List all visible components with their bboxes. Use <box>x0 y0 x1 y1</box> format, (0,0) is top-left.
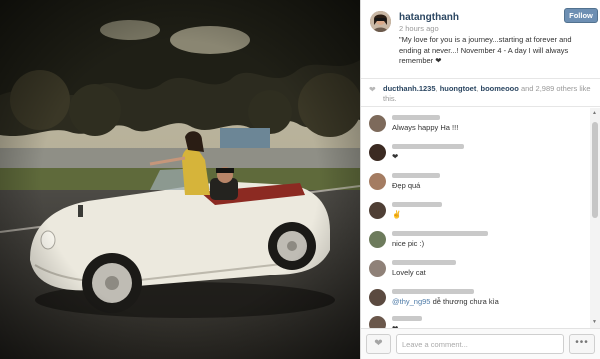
commenter-avatar[interactable] <box>369 144 386 161</box>
comment-text-body: dễ thương chưa kìa <box>432 297 499 306</box>
commenter-name-redacted <box>392 316 422 321</box>
likes-summary: ❤ ducthanh.1235, huongtoet, boomeooo and… <box>361 78 600 107</box>
post-caption: "My love for you is a journey...starting… <box>399 35 572 65</box>
commenter-name-redacted <box>392 173 440 178</box>
vintage-convertible-photo <box>0 0 360 359</box>
commenter-name-redacted <box>392 260 456 265</box>
liker-link[interactable]: huongtoet <box>440 84 477 93</box>
post-detail-panel: hatangthanh 2 hours ago "My love for you… <box>360 0 600 359</box>
comment-composer: ❤ ••• <box>361 328 600 359</box>
commenter-name-redacted <box>392 115 440 120</box>
more-options-icon: ••• <box>575 337 589 348</box>
comment-item: Lovely cat <box>361 257 590 285</box>
heart-icon: ❤ <box>374 338 383 349</box>
commenter-name-redacted <box>392 202 442 207</box>
commenter-avatar[interactable] <box>369 316 386 328</box>
scrollbar-thumb[interactable] <box>592 122 598 218</box>
owner-avatar-image <box>370 11 391 32</box>
comment-item: nice pic :) <box>361 228 590 256</box>
owner-username[interactable]: hatangthanh <box>399 12 459 23</box>
comment-item: ❤ <box>361 141 590 169</box>
scroll-up-arrow-icon[interactable]: ▲ <box>592 110 597 116</box>
commenter-avatar[interactable] <box>369 202 386 219</box>
comments-scrollbar[interactable]: ▲ ▼ <box>590 108 600 328</box>
liker-link[interactable]: ducthanh.1235 <box>383 84 436 93</box>
commenter-name-redacted <box>392 231 488 236</box>
comment-item: Đẹp quá <box>361 170 590 198</box>
likes-text: ducthanh.1235, huongtoet, boomeooo and 2… <box>383 84 591 103</box>
comment-text: ❤ <box>392 152 399 161</box>
comment-text: Always happy Ha !!! <box>392 123 459 132</box>
post-timestamp: 2 hours ago <box>399 24 439 33</box>
comment-text: ✌ <box>392 210 402 219</box>
post-photo <box>0 0 360 359</box>
comment-list: Always happy Ha !!! ❤ Đẹp quá ✌ nice pic… <box>361 108 590 328</box>
comment-text: Đẹp quá <box>392 181 421 190</box>
comment-item: ✌ <box>361 199 590 227</box>
comment-input[interactable] <box>396 334 564 354</box>
comment-text: Lovely cat <box>392 268 426 277</box>
commenter-name-redacted <box>392 144 464 149</box>
follow-button[interactable]: Follow <box>564 8 598 23</box>
comment-item: @thy_ng95 dễ thương chưa kìa <box>361 286 590 314</box>
owner-avatar[interactable] <box>370 11 391 32</box>
comment-text: @thy_ng95 dễ thương chưa kìa <box>392 297 499 306</box>
scroll-down-arrow-icon[interactable]: ▼ <box>592 319 597 325</box>
like-button[interactable]: ❤ <box>366 334 391 354</box>
commenter-avatar[interactable] <box>369 260 386 277</box>
more-options-button[interactable]: ••• <box>569 334 595 354</box>
commenter-avatar[interactable] <box>369 289 386 306</box>
post-header: hatangthanh 2 hours ago "My love for you… <box>361 0 600 78</box>
comment-item: Always happy Ha !!! <box>361 112 590 140</box>
liker-link[interactable]: boomeooo <box>481 84 519 93</box>
commenter-name-redacted <box>392 289 474 294</box>
comment-mention-link[interactable]: @thy_ng95 <box>392 297 430 306</box>
heart-icon: ❤ <box>369 85 376 94</box>
commenter-avatar[interactable] <box>369 231 386 248</box>
commenter-avatar[interactable] <box>369 115 386 132</box>
comment-item: ❤ <box>361 313 590 328</box>
commenter-avatar[interactable] <box>369 173 386 190</box>
comment-text: nice pic :) <box>392 239 425 248</box>
